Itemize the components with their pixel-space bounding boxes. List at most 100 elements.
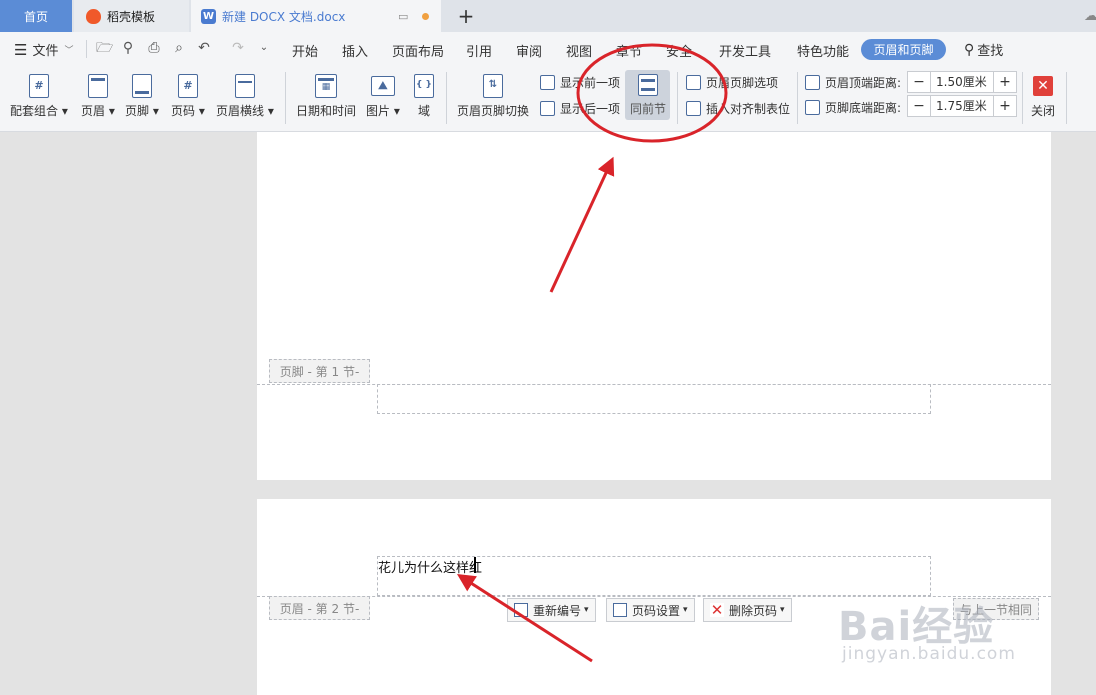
header-line-label: 页眉横线 ▾ xyxy=(216,104,274,118)
chevron-down-icon: ﹀ xyxy=(64,46,74,56)
close-header-footer-button[interactable]: ✕ 关闭 xyxy=(1031,76,1055,119)
show-next-button[interactable]: 显示后一项 xyxy=(540,100,620,117)
same-as-prev-label: 同前节 xyxy=(629,102,666,116)
field-icon: { } xyxy=(414,74,434,98)
header-line-button[interactable]: 页眉横线 ▾ xyxy=(216,74,274,119)
menu-security[interactable]: 安全 xyxy=(666,41,692,60)
close-icon: ✕ xyxy=(1033,76,1053,96)
bottom-distance-label-row: 页脚底端距离: xyxy=(805,99,901,116)
page-setup-button[interactable]: 页码设置 ▾ xyxy=(606,598,695,622)
print-preview-icon[interactable]: ⌕ xyxy=(171,40,187,56)
search-icon: ⚲ xyxy=(964,41,975,58)
document-page-1[interactable] xyxy=(257,132,1051,480)
menu-section[interactable]: 章节 xyxy=(616,41,642,60)
ribbon-divider xyxy=(1022,72,1023,124)
picture-label: 图片 ▾ xyxy=(366,104,400,118)
menu-header-footer-active[interactable]: 页眉和页脚 xyxy=(861,39,946,60)
file-menu-label: 文件 xyxy=(32,44,59,59)
page-number-icon: # xyxy=(177,74,198,98)
header-text[interactable]: 花儿为什么这样红 xyxy=(378,557,482,576)
menu-review[interactable]: 审阅 xyxy=(516,41,542,60)
delete-page-number-button[interactable]: ✕ 删除页码 ▾ xyxy=(703,598,792,622)
tab-home-label: 首页 xyxy=(23,9,48,24)
open-folder-icon[interactable]: 🗁 xyxy=(96,40,113,56)
menu-special[interactable]: 特色功能 xyxy=(797,41,849,60)
chevron-down-icon: ▾ xyxy=(584,605,589,615)
switch-icon: ⇅ xyxy=(483,74,503,98)
renumber-icon xyxy=(514,603,528,617)
header-line-icon xyxy=(234,74,255,98)
show-prev-button[interactable]: 显示前一项 xyxy=(540,74,620,91)
combo-icon: # xyxy=(28,74,49,98)
page-number-label: 页码 ▾ xyxy=(171,104,205,118)
text-caret xyxy=(474,557,476,573)
header-button[interactable]: 页眉 ▾ xyxy=(81,74,115,119)
picture-icon: ⛰ xyxy=(370,76,395,96)
show-next-icon xyxy=(540,101,555,116)
format-painter-icon[interactable]: ⚲ xyxy=(120,40,136,56)
show-prev-label: 显示前一项 xyxy=(560,76,621,90)
top-distance-input[interactable]: 1.50厘米 xyxy=(930,72,994,92)
delete-page-number-label: 删除页码 xyxy=(729,603,778,618)
top-distance-increase[interactable]: + xyxy=(994,72,1016,92)
top-distance-icon xyxy=(805,75,820,90)
redo-icon[interactable]: ↷ xyxy=(230,40,246,56)
show-prev-icon xyxy=(540,75,555,90)
top-distance-stepper[interactable]: − 1.50厘米 + xyxy=(907,71,1017,93)
ribbon-divider xyxy=(446,72,447,124)
tab-template-label: 稻壳模板 xyxy=(107,9,156,24)
bottom-distance-increase[interactable]: + xyxy=(994,96,1016,116)
bottom-distance-decrease[interactable]: − xyxy=(908,96,930,116)
word-doc-icon: W xyxy=(201,8,216,24)
page-number-button[interactable]: # 页码 ▾ xyxy=(171,74,205,119)
tab-bar: 首页 稻壳模板 W 新建 DOCX 文档.docx ▭ + ☁ xyxy=(0,0,1096,32)
datetime-button[interactable]: ▦ 日期和时间 xyxy=(296,74,356,119)
footer-edit-area[interactable] xyxy=(377,384,931,414)
menu-divider xyxy=(86,40,87,58)
delete-x-icon: ✕ xyxy=(710,601,724,619)
undo-icon[interactable]: ↶ xyxy=(196,40,212,56)
align-tab-label: 插入对齐制表位 xyxy=(706,102,791,116)
unsaved-dot-icon xyxy=(422,13,429,20)
flame-icon xyxy=(86,8,101,24)
tab-template[interactable]: 稻壳模板 xyxy=(74,0,189,32)
print-icon[interactable]: ⎙ xyxy=(146,40,162,56)
menu-page-layout[interactable]: 页面布局 xyxy=(392,41,444,60)
header-footer-switch-button[interactable]: ⇅ 页眉页脚切换 xyxy=(457,74,529,119)
header-footer-options-button[interactable]: 页眉页脚选项 xyxy=(686,74,778,91)
file-menu-button[interactable]: ☰ 文件 ﹀ xyxy=(14,40,74,60)
top-distance-label: 页眉顶端距离: xyxy=(825,76,902,90)
align-tab-icon xyxy=(686,101,701,116)
monitor-icon[interactable]: ▭ xyxy=(398,10,408,23)
cloud-icon[interactable]: ☁ xyxy=(1084,8,1096,24)
new-tab-button[interactable]: + xyxy=(456,4,476,28)
same-as-prev-content: 同前节 xyxy=(628,74,668,117)
search-label: 查找 xyxy=(977,44,1004,59)
close-label: 关闭 xyxy=(1031,104,1056,118)
datetime-label: 日期和时间 xyxy=(296,104,357,118)
bottom-distance-input[interactable]: 1.75厘米 xyxy=(930,96,994,116)
header-icon xyxy=(87,74,108,98)
link-section-icon xyxy=(638,74,658,96)
combo-button[interactable]: # 配套组合 ▾ xyxy=(10,74,68,119)
ribbon-divider xyxy=(677,72,678,124)
field-button[interactable]: { } 域 xyxy=(414,74,434,119)
top-distance-decrease[interactable]: − xyxy=(908,72,930,92)
footer-button[interactable]: 页脚 ▾ xyxy=(125,74,159,119)
tab-home[interactable]: 首页 xyxy=(0,0,72,32)
options-label: 页眉页脚选项 xyxy=(706,76,779,90)
menu-references[interactable]: 引用 xyxy=(466,41,492,60)
insert-align-tab-button[interactable]: 插入对齐制表位 xyxy=(686,100,790,117)
picture-button[interactable]: ⛰ 图片 ▾ xyxy=(366,74,400,119)
menu-developer[interactable]: 开发工具 xyxy=(719,41,771,60)
quick-access-more-icon[interactable]: ⌄ xyxy=(256,40,272,56)
bottom-distance-stepper[interactable]: − 1.75厘米 + xyxy=(907,95,1017,117)
watermark-sub: jingyan.baidu.com xyxy=(842,644,1016,664)
renumber-button[interactable]: 重新编号 ▾ xyxy=(507,598,596,622)
menu-view[interactable]: 视图 xyxy=(566,41,592,60)
search-button[interactable]: ⚲ 查找 xyxy=(964,40,1004,60)
menu-insert[interactable]: 插入 xyxy=(342,41,368,60)
menu-start[interactable]: 开始 xyxy=(292,41,318,60)
footer-icon xyxy=(131,74,152,98)
footer-section-1-tag: 页脚 - 第 1 节- xyxy=(269,359,370,383)
